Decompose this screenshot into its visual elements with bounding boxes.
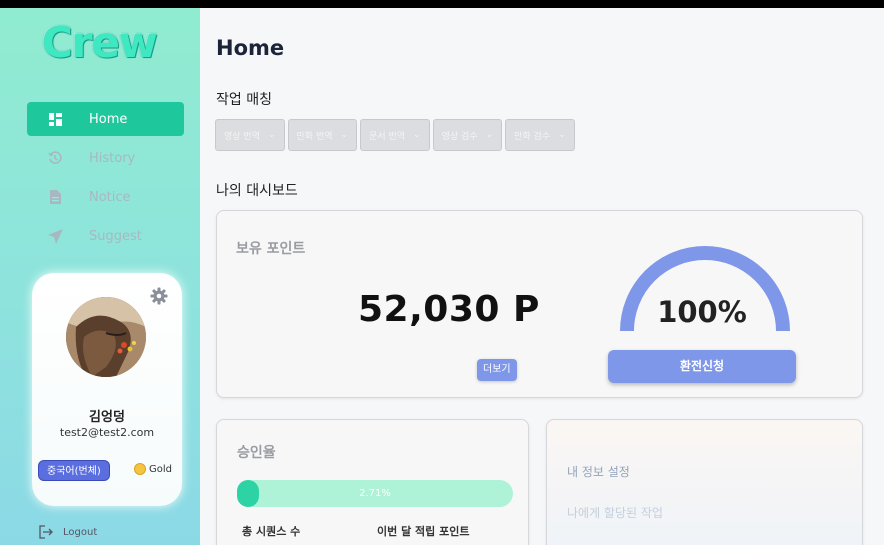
profile-name: 김엉덩 xyxy=(89,410,125,425)
points-card: 보유 포인트 52,030 P 더보기 100% 환전신청 xyxy=(216,210,863,398)
assigned-tasks-link[interactable]: 나에게 할당된 작업 xyxy=(567,504,663,521)
sidebar-item-history[interactable]: History xyxy=(27,141,184,175)
chevron-down-icon: ⌄ xyxy=(267,130,276,140)
matching-chips: 영상 번역 ⌄ 만화 번역 ⌄ 문서 번역 ⌄ 영상 검수 ⌄ 만화 검수 ⌄ xyxy=(215,119,578,151)
gold-coin-icon xyxy=(134,463,146,475)
sidebar-item-label: Suggest xyxy=(89,228,142,244)
total-sequences-label: 총 시퀀스 수 xyxy=(242,525,301,538)
chevron-down-icon: ⌄ xyxy=(485,130,494,140)
chip-label: 문서 번역 xyxy=(369,131,406,142)
more-button[interactable]: 더보기 xyxy=(477,359,517,381)
dashboard-section-title: 나의 대시보드 xyxy=(216,183,298,199)
dashboard-icon xyxy=(47,111,63,127)
chevron-down-icon: ⌄ xyxy=(340,130,349,140)
chip-comic-translation[interactable]: 만화 번역 ⌄ xyxy=(287,119,358,151)
chip-label: 만화 검수 xyxy=(514,131,551,142)
approval-label: 승인율 xyxy=(237,445,276,461)
avatar[interactable] xyxy=(66,297,146,377)
logout-label: Logout xyxy=(63,526,98,538)
history-icon xyxy=(47,150,63,166)
info-card: 내 정보 설정 나에게 할당된 작업 xyxy=(546,419,863,545)
sidebar-item-label: Home xyxy=(89,111,128,127)
profile-card: 김엉덩 test2@test2.com 중국어(번체) Gold xyxy=(32,273,182,506)
approval-progress-text: 2.71% xyxy=(359,488,391,499)
profile-email: test2@test2.com xyxy=(59,426,155,439)
chip-label: 영상 검수 xyxy=(441,131,478,142)
chevron-down-icon: ⌄ xyxy=(558,130,566,140)
chip-video-review[interactable]: 영상 검수 ⌄ xyxy=(432,119,503,151)
sidebar-item-label: History xyxy=(89,150,136,166)
sidebar-item-notice[interactable]: Notice xyxy=(27,180,184,214)
sidebar-item-home[interactable]: Home xyxy=(27,102,184,136)
chip-label: 만화 번역 xyxy=(296,131,333,142)
chip-label: 영상 번역 xyxy=(224,131,260,142)
logout-icon xyxy=(39,525,53,539)
language-badge[interactable]: 중국어(번체) xyxy=(38,460,110,481)
tier-badge: Gold xyxy=(134,463,172,475)
app-window: Crew Home History Notice Suggest 김엉덩 tes… xyxy=(0,8,884,545)
approval-card: 승인율 2.71% 총 시퀀스 수 이번 달 적립 포인트 xyxy=(216,419,529,545)
monthly-points-label: 이번 달 적립 포인트 xyxy=(377,525,470,538)
chip-comic-review[interactable]: 만화 검수 ⌄ xyxy=(505,119,575,151)
points-value: 52,030 P xyxy=(358,289,540,330)
sidebar-nav: Home History Notice Suggest xyxy=(27,102,184,258)
gauge-percent: 100% xyxy=(657,295,747,329)
my-settings-link[interactable]: 내 정보 설정 xyxy=(567,463,630,480)
sidebar-item-label: Notice xyxy=(89,189,131,205)
document-icon xyxy=(47,189,63,205)
chip-video-translation[interactable]: 영상 번역 ⌄ xyxy=(215,119,285,151)
app-logo[interactable]: Crew xyxy=(42,18,158,67)
sidebar-item-suggest[interactable]: Suggest xyxy=(27,219,184,253)
exchange-request-button[interactable]: 환전신청 xyxy=(608,350,796,383)
points-label: 보유 포인트 xyxy=(236,241,306,257)
chevron-down-icon: ⌄ xyxy=(413,130,421,140)
chip-document-translation[interactable]: 문서 번역 ⌄ xyxy=(360,119,430,151)
tier-label: Gold xyxy=(149,463,172,475)
matching-section-title: 작업 매칭 xyxy=(216,92,272,108)
gear-icon[interactable] xyxy=(150,287,168,305)
main-content: Home 작업 매칭 영상 번역 ⌄ 만화 번역 ⌄ 문서 번역 ⌄ 영상 검수 ⌄ 만… xyxy=(200,8,884,545)
sidebar: Crew Home History Notice Suggest 김엉덩 tes… xyxy=(0,8,200,545)
approval-progress-bar: 2.71% xyxy=(237,480,513,507)
logout-button[interactable]: Logout xyxy=(39,525,97,539)
page-title: Home xyxy=(216,36,285,60)
send-icon xyxy=(47,228,63,244)
